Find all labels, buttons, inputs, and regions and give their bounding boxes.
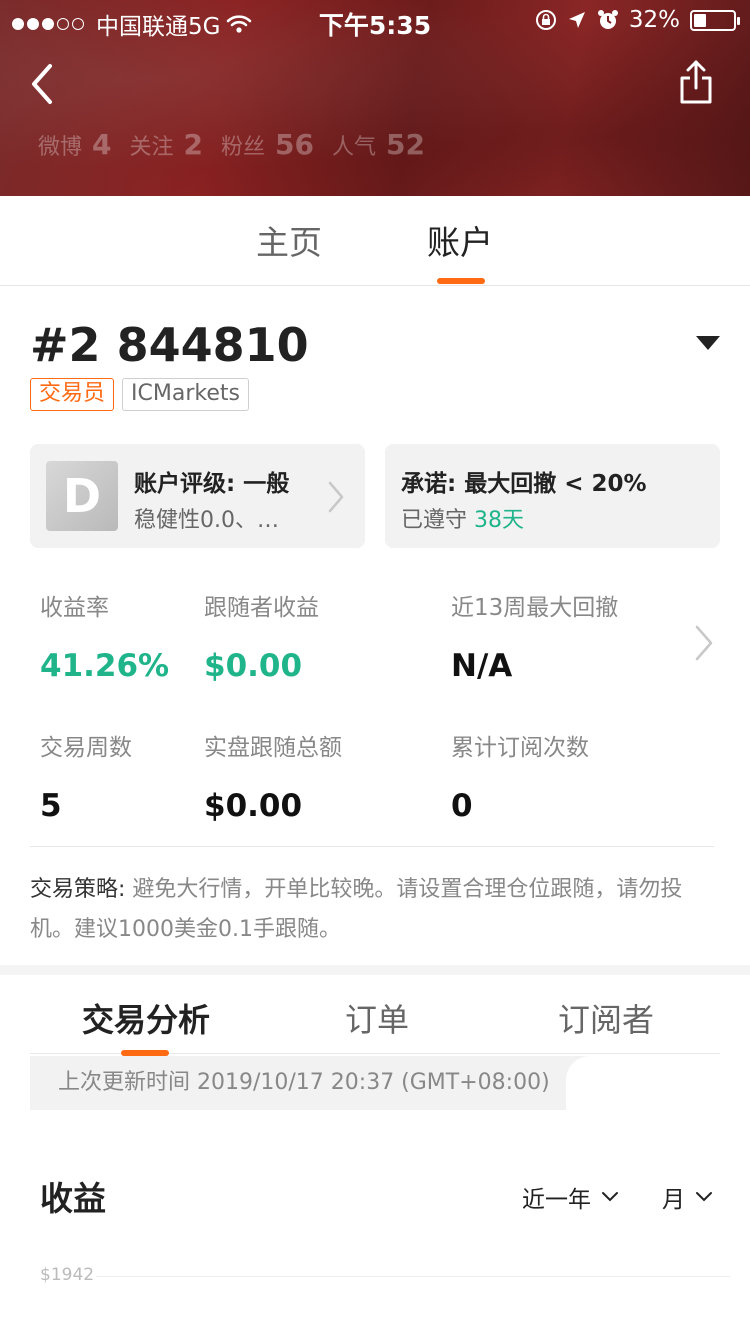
promise-status: 已遵守 38天 [401,502,524,534]
status-right: 32% [535,7,740,33]
promise-card: 承诺: 最大回撤 < 20% 已遵守 38天 [385,444,720,548]
battery-icon [690,9,740,31]
metric-label: 跟随者收益 [204,595,319,621]
tab-trade-analysis[interactable]: 交易分析 [82,995,210,1041]
metric-follower-earnings: 跟随者收益 $0.00 [204,588,319,684]
stat-weibo[interactable]: 微博 4 [38,128,112,161]
chart-grid-line [96,1276,730,1277]
earnings-title: 收益 [40,1179,106,1218]
profile-stats: 微博 4 关注 2 粉丝 56 人气 52 [38,128,425,161]
battery-level [694,13,706,27]
stat-value: 2 [183,128,203,161]
last-update-time: 上次更新时间 2019/10/17 20:37 (GMT+08:00) [30,1056,592,1110]
period-filter[interactable]: 近一年 [522,1180,619,1214]
stat-label: 微博 [38,135,83,160]
chevron-right-icon [328,481,344,513]
metric-value: $0.00 [204,788,303,824]
location-arrow-icon [568,12,585,28]
metric-label: 累计订阅次数 [451,735,589,761]
metric-value: 0 [451,788,473,824]
account-id: #2 844810 [30,318,309,372]
stat-label: 关注 [129,135,174,160]
rating-title: 账户评级: 一般 [134,471,290,497]
stat-followers[interactable]: 粉丝 56 [221,128,314,161]
account-dropdown-icon[interactable] [696,336,720,350]
stat-label: 粉丝 [221,135,266,160]
stat-following[interactable]: 关注 2 [130,128,204,161]
grade-badge: D [46,461,118,531]
battery-percent: 32% [628,7,680,33]
broker-badge: ICMarkets [122,378,249,411]
tab-subscribers[interactable]: 订阅者 [558,995,654,1041]
metric-max-drawdown[interactable]: 近13周最大回撤 N/A [451,588,618,684]
granularity-filter[interactable]: 月 [662,1180,713,1214]
chevron-right-icon[interactable] [694,624,714,662]
granularity-filter-label: 月 [662,1187,685,1213]
chevron-down-icon [696,1192,712,1202]
strategy-text: 避免大行情，开单比较晚。请设置合理仓位跟随，请勿投机。建议1000美金0.1手跟… [30,877,683,942]
tab-orders[interactable]: 订单 [345,995,409,1041]
rating-card[interactable]: D 账户评级: 一般 稳健性0.0、… [30,444,365,548]
status-bar: 中国联通5G 下午5:35 32% [0,0,750,40]
active-tab-indicator [437,278,485,284]
stat-popularity: 人气 52 [332,128,425,161]
trader-badge: 交易员 [30,378,115,411]
tab-home[interactable]: 主页 [256,216,322,264]
chevron-down-icon [602,1192,618,1202]
divider [30,846,714,847]
metric-label: 交易周数 [40,735,132,761]
account-badges: 交易员 ICMarkets [30,378,249,411]
back-chevron-icon[interactable] [24,60,64,108]
promise-title: 承诺: 最大回撤 < 20% [401,471,647,497]
main-tabs: 主页 账户 [0,196,750,286]
section-separator [0,965,750,975]
stat-value: 4 [92,128,112,161]
metric-subscription-count: 累计订阅次数 0 [451,728,589,824]
metric-label: 实盘跟随总额 [204,735,342,761]
stat-label: 人气 [331,135,376,160]
strategy-label: 交易策略: [30,877,126,902]
rating-subtitle: 稳健性0.0、… [134,508,279,533]
promise-kept-days: 38天 [474,508,525,533]
stat-value: 52 [386,128,425,161]
alarm-icon [597,10,618,29]
metric-label: 近13周最大回撤 [451,595,619,621]
metric-value: N/A [451,648,513,684]
promise-kept-label: 已遵守 [401,508,468,533]
metric-label: 收益率 [40,595,109,621]
profile-header: 中国联通5G 下午5:35 32% 微博 4 关注 2 粉丝 56 人气 52 [0,0,750,196]
period-filter-label: 近一年 [522,1187,591,1213]
metric-return-rate: 收益率 41.26% [40,588,169,684]
metric-value: $0.00 [204,648,303,684]
tab-account[interactable]: 账户 [427,216,493,264]
metric-total-follow-amount: 实盘跟随总额 $0.00 [204,728,342,824]
trading-strategy: 交易策略: 避免大行情，开单比较晚。请设置合理仓位跟随，请勿投机。建议1000美… [30,870,720,950]
rotation-lock-icon [535,10,556,30]
metric-trading-weeks: 交易周数 5 [40,728,132,824]
chart-y-tick: $1942 [40,1265,95,1285]
metric-value: 5 [40,788,62,824]
share-icon[interactable] [676,58,716,106]
metric-value: 41.26% [40,648,170,684]
stat-value: 56 [275,128,314,161]
